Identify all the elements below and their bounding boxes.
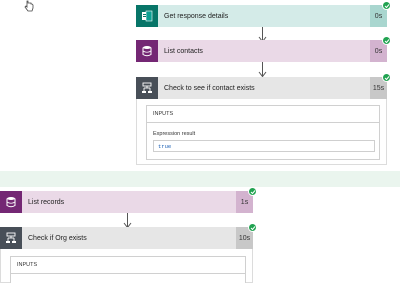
inputs-section: INPUTS Expression result true xyxy=(146,105,380,160)
inputs-title: INPUTS xyxy=(11,257,245,274)
checkmark-icon xyxy=(382,73,391,82)
expression-result-value: true xyxy=(153,140,375,152)
database-icon xyxy=(0,191,22,213)
step-label: List records xyxy=(28,198,65,206)
step-list-contacts[interactable]: List contacts 0s xyxy=(136,40,387,62)
step-details-panel: INPUTS Expression result true xyxy=(136,99,387,165)
step-details-panel: INPUTS xyxy=(0,249,253,283)
step-label: Check to see if contact exists xyxy=(164,84,255,92)
checkmark-icon xyxy=(248,187,257,196)
checkmark-icon xyxy=(382,36,391,45)
condition-icon xyxy=(136,77,158,99)
checkmark-icon xyxy=(248,223,257,232)
inputs-title: INPUTS xyxy=(147,106,379,123)
forms-icon xyxy=(136,5,158,27)
hand-cursor-icon xyxy=(24,0,34,12)
step-check-contact-exists[interactable]: Check to see if contact exists 15s xyxy=(136,77,387,99)
step-label: Get response details xyxy=(164,12,229,20)
flow-section-band xyxy=(0,171,400,187)
condition-icon xyxy=(0,227,22,249)
down-arrow-icon xyxy=(258,62,267,78)
inputs-section: INPUTS xyxy=(10,256,246,283)
expression-result-label: Expression result xyxy=(153,131,196,137)
step-get-response-details[interactable]: Get response details 0s xyxy=(136,5,387,27)
checkmark-icon xyxy=(382,1,391,10)
step-label: Check if Org exists xyxy=(28,234,87,242)
step-check-org-exists[interactable]: Check if Org exists 10s xyxy=(0,227,253,249)
step-list-records[interactable]: List records 1s xyxy=(0,191,253,213)
database-icon xyxy=(136,40,158,62)
step-label: List contacts xyxy=(164,47,203,55)
